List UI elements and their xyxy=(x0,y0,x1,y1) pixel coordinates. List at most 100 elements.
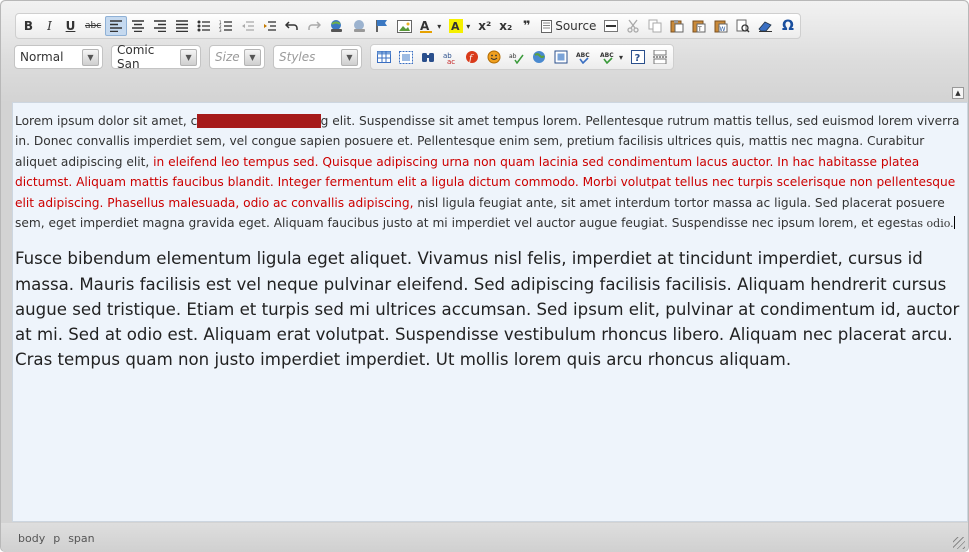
styles-select-placeholder: Styles xyxy=(279,50,316,64)
copy-icon xyxy=(648,19,662,33)
iframe-icon xyxy=(554,50,568,64)
chevron-down-icon: ▼ xyxy=(341,48,358,66)
horizontal-rule-button[interactable] xyxy=(600,16,622,36)
link-button[interactable] xyxy=(325,16,348,36)
link-globe-icon xyxy=(331,20,343,32)
bulleted-list-icon xyxy=(197,20,211,32)
undo-button[interactable] xyxy=(281,16,303,36)
abc-check-icon: ABC xyxy=(600,52,614,64)
styles-select[interactable]: Styles ▼ xyxy=(273,45,362,69)
svg-text:3: 3 xyxy=(219,28,222,32)
paste-icon xyxy=(670,20,684,33)
table-button[interactable] xyxy=(373,47,395,67)
size-select[interactable]: Size ▼ xyxy=(209,45,265,69)
undo-icon xyxy=(285,21,298,30)
horizontal-rule-icon xyxy=(604,20,619,32)
spellcheck-as-you-type-button[interactable]: ab xyxy=(505,47,528,67)
indent-button[interactable] xyxy=(259,16,281,36)
italic-button[interactable]: I xyxy=(39,16,60,36)
flash-button[interactable]: f xyxy=(461,47,483,67)
path-item-body[interactable]: body xyxy=(18,532,45,545)
svg-text:ac: ac xyxy=(447,58,455,64)
path-item-span[interactable]: span xyxy=(68,532,94,545)
binoculars-icon xyxy=(422,52,434,62)
image-button[interactable] xyxy=(393,16,416,36)
align-left-icon xyxy=(110,20,123,32)
path-item-p[interactable]: p xyxy=(53,532,60,545)
format-select[interactable]: Normal ▼ xyxy=(14,45,103,69)
rich-text-editor: B I U abc 123 A ▾ A ▾ x² x₂ ❞ Source T W… xyxy=(0,0,969,552)
unlink-button[interactable] xyxy=(348,16,371,36)
paste-word-icon: W xyxy=(714,20,728,33)
outdent-button[interactable] xyxy=(237,16,259,36)
align-left-button[interactable] xyxy=(105,16,128,36)
text-run: Lorem ipsum dolor sit amet, c xyxy=(15,114,198,128)
element-path: body p span xyxy=(18,532,95,545)
selected-highlight: onsectetur adipiscin xyxy=(197,114,321,128)
paste-text-button[interactable]: T xyxy=(688,16,710,36)
dropdown-arrow-icon: ▾ xyxy=(466,21,471,31)
spell-check-button[interactable]: ABC xyxy=(572,47,596,67)
paste-button[interactable] xyxy=(666,16,688,36)
scissors-icon xyxy=(627,19,640,33)
spell-check-dropdown-button[interactable]: ABC ▾ xyxy=(596,47,627,67)
copy-button[interactable] xyxy=(644,16,666,36)
text-color-button[interactable]: A ▾ xyxy=(416,16,445,36)
abc-check-icon: ABC xyxy=(576,52,590,64)
svg-text:ab: ab xyxy=(509,53,517,60)
paragraph-1: Lorem ipsum dolor sit amet, consectetur … xyxy=(15,111,963,234)
paste-text-icon: T xyxy=(692,20,706,33)
select-all-button[interactable] xyxy=(395,47,417,67)
help-button[interactable]: ? xyxy=(627,47,649,67)
text-color-icon: A xyxy=(420,19,433,33)
background-color-button[interactable]: A ▾ xyxy=(445,16,474,36)
font-select[interactable]: Comic San ▼ xyxy=(111,43,201,71)
collapse-toolbar-button[interactable]: ▲ xyxy=(952,87,964,99)
underline-button[interactable]: U xyxy=(60,16,81,36)
svg-text:W: W xyxy=(720,26,726,33)
replace-icon: abac xyxy=(443,52,455,64)
resize-grip-icon[interactable] xyxy=(953,537,965,549)
paragraph-2: Fusce bibendum elementum ligula eget ali… xyxy=(15,249,960,370)
justify-icon xyxy=(176,20,189,32)
remove-format-button[interactable] xyxy=(754,16,777,36)
toolbar-row-2: ab ac f ab ABC ABC ▾ ? xyxy=(370,44,675,70)
align-center-button[interactable] xyxy=(127,16,149,36)
align-right-button[interactable] xyxy=(149,16,171,36)
special-character-button[interactable]: Ω xyxy=(777,16,798,36)
align-center-icon xyxy=(132,20,145,32)
smiley-button[interactable] xyxy=(483,47,505,67)
image-icon xyxy=(397,19,413,33)
svg-text:ABC: ABC xyxy=(600,52,614,59)
source-label: Source xyxy=(555,19,597,33)
source-button[interactable]: Source xyxy=(537,16,600,36)
bulleted-list-button[interactable] xyxy=(193,16,215,36)
find-button[interactable] xyxy=(732,16,754,36)
bold-button[interactable]: B xyxy=(18,16,39,36)
page-break-icon xyxy=(653,50,668,64)
globe-button[interactable] xyxy=(528,47,550,67)
paste-word-button[interactable]: W xyxy=(710,16,732,36)
replace-button[interactable]: ab ac xyxy=(439,47,461,67)
justify-button[interactable] xyxy=(171,16,193,36)
chevron-down-icon: ▼ xyxy=(180,48,197,66)
indent-icon xyxy=(264,21,277,31)
editor-content-area[interactable]: Lorem ipsum dolor sit amet, consectetur … xyxy=(12,102,968,522)
smiley-icon xyxy=(487,50,501,64)
cut-button[interactable] xyxy=(622,16,644,36)
iframe-button[interactable] xyxy=(550,47,572,67)
select-all-icon xyxy=(399,50,413,64)
numbered-list-button[interactable]: 123 xyxy=(215,16,237,36)
superscript-button[interactable]: x² xyxy=(474,16,495,36)
redo-button[interactable] xyxy=(303,16,325,36)
svg-text:A: A xyxy=(451,20,460,33)
page-break-button[interactable] xyxy=(649,47,671,67)
blockquote-button[interactable]: ❞ xyxy=(516,16,537,36)
find-replace-button[interactable] xyxy=(417,47,439,67)
strikethrough-button[interactable]: abc xyxy=(81,16,105,36)
svg-text:?: ? xyxy=(635,53,641,64)
anchor-button[interactable] xyxy=(371,16,393,36)
flag-icon xyxy=(376,20,388,32)
subscript-button[interactable]: x₂ xyxy=(495,16,516,36)
unlink-globe-icon xyxy=(354,20,366,32)
